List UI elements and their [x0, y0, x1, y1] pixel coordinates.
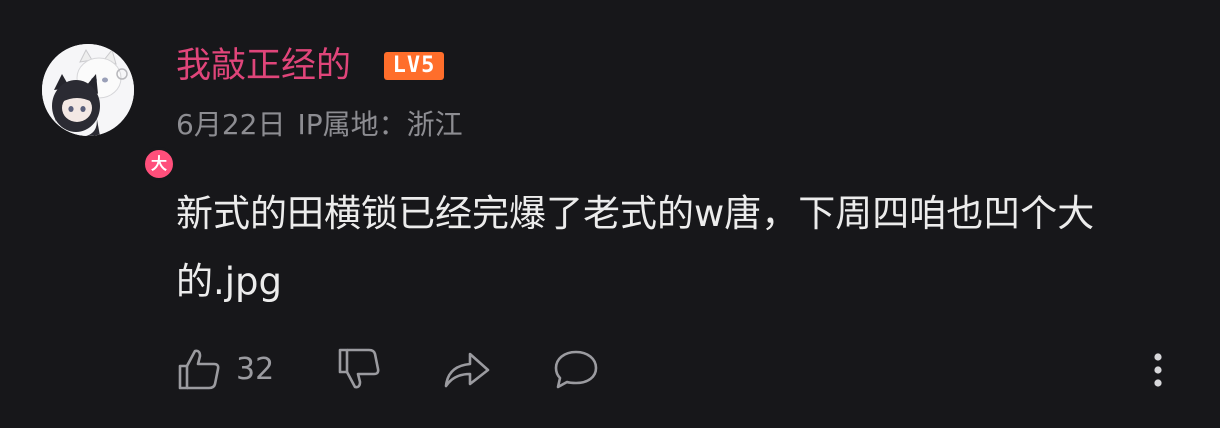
- comment-text: 新式的田横锁已经完爆了老式的w唐，下周四咱也凹个大的.jpg: [176, 192, 1095, 303]
- reply-button[interactable]: [552, 343, 600, 395]
- like-count: 32: [236, 351, 275, 387]
- like-button[interactable]: 32: [176, 343, 274, 395]
- share-button[interactable]: [442, 343, 492, 395]
- avatar-image: [42, 44, 134, 136]
- more-options-button[interactable]: [1148, 343, 1168, 395]
- speech-bubble-icon: [554, 350, 598, 389]
- thumbs-down-icon: [338, 348, 380, 389]
- more-vertical-icon: [1154, 353, 1162, 387]
- comment-date: 6月22日: [176, 108, 286, 141]
- comment-item: 大 我敲正经的 LV5 6月22日 IP属地：浙江 新式的田横锁已经完爆了老式的w…: [0, 0, 1220, 428]
- avatar-container[interactable]: 大: [42, 44, 176, 181]
- thumbs-up-icon: [178, 349, 220, 390]
- role-badge: 大: [142, 147, 176, 181]
- dislike-button[interactable]: [336, 343, 382, 395]
- avatar[interactable]: [42, 44, 134, 136]
- level-badge: LV5: [384, 52, 444, 80]
- share-icon: [444, 352, 490, 388]
- action-bar: 32: [176, 343, 1186, 395]
- comment-meta: 6月22日 IP属地：浙江: [176, 107, 475, 143]
- ip-location: IP属地：浙江: [297, 108, 463, 141]
- username-link[interactable]: 我敲正经的: [176, 44, 351, 88]
